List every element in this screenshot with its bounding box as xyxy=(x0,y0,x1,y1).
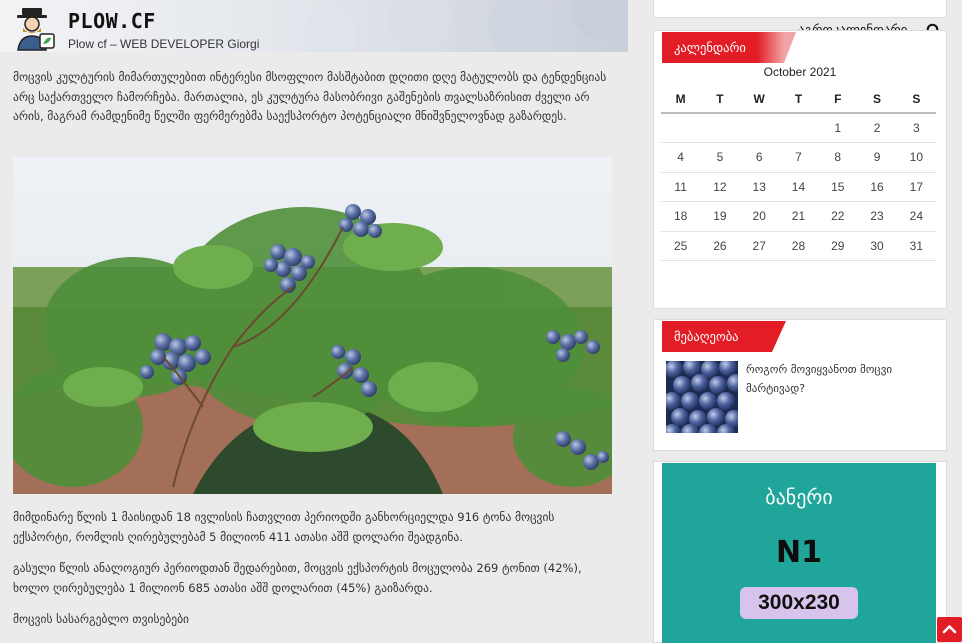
calendar-week-row: 11 12 13 14 15 16 17 xyxy=(661,172,936,202)
site-title[interactable]: PLOW.CF xyxy=(68,9,156,33)
calendar-day: 11 xyxy=(661,172,701,202)
article-paragraph: მიმდინარე წლის 1 მაისიდან 18 ივლისის ჩათ… xyxy=(13,510,555,544)
calendar-day xyxy=(661,113,701,143)
article-paragraph: მოცვის კულტურის მიმართულებით ინტერესი მს… xyxy=(13,70,607,123)
calendar-day: 22 xyxy=(818,201,858,232)
calendar-day: 2 xyxy=(857,113,897,143)
gardening-widget-title: მებაღეობა xyxy=(662,321,786,352)
calendar-day: 5 xyxy=(700,142,740,173)
calendar-day: 16 xyxy=(857,172,897,202)
calendar-week-row: 25 26 27 28 29 30 31 xyxy=(661,231,936,261)
calendar-day-header: T xyxy=(778,85,819,114)
calendar-day: 24 xyxy=(896,201,936,232)
calendar-day-header: F xyxy=(818,85,858,114)
ad-line1: ბანერი xyxy=(765,485,833,509)
calendar-day: 17 xyxy=(896,172,936,202)
calendar-day: 18 xyxy=(661,201,701,232)
scroll-to-top-button[interactable] xyxy=(937,617,962,642)
calendar-caption: October 2021 xyxy=(763,65,837,79)
news-item-link[interactable]: როგორ მოვიყვანოთ მოცვი მარტივად? xyxy=(746,360,936,398)
calendar-day: 30 xyxy=(857,231,897,261)
calendar-day: 20 xyxy=(739,201,779,232)
calendar-day: 7 xyxy=(778,142,819,173)
calendar-day: 26 xyxy=(700,231,740,261)
calendar-day: 10 xyxy=(896,142,936,173)
calendar-day-header: T xyxy=(700,85,740,114)
calendar-day: 13 xyxy=(739,172,779,202)
article-subheading: მოცვის სასარგებლო თვისებები xyxy=(13,612,189,626)
calendar-day xyxy=(739,113,779,143)
header-banner: PLOW.CF Plow cf – WEB DEVELOPER Giorgi xyxy=(0,0,628,52)
ad-size-badge: 300x230 xyxy=(740,587,858,619)
calendar-day: 15 xyxy=(818,172,858,202)
article-paragraph: გასული წლის ანალოგიურ პერიოდთან შედარები… xyxy=(13,561,582,595)
calendar-day: 29 xyxy=(818,231,858,261)
gardening-widget: მებაღეობა როგორ მოვიყვანოთ მოცვი მარტივა… xyxy=(653,319,947,451)
farmer-logo-icon[interactable] xyxy=(12,6,60,52)
chevron-up-icon xyxy=(942,625,957,634)
calendar-day-header: S xyxy=(896,85,936,114)
news-thumbnail[interactable] xyxy=(666,361,738,433)
calendar-week-row: 1 2 3 xyxy=(661,113,936,143)
calendar-day: 12 xyxy=(700,172,740,202)
ad-line2: N1 xyxy=(776,535,822,570)
calendar-day: 3 xyxy=(896,113,936,143)
calendar-table: M T W T F S S 1 2 3 4 5 6 7 8 9 10 11 12… xyxy=(661,85,936,261)
sidebar-widget-top xyxy=(653,0,947,18)
calendar-week-row: 4 5 6 7 8 9 10 xyxy=(661,142,936,173)
calendar-day xyxy=(700,113,740,143)
ad-widget: ბანერი N1 300x230 xyxy=(653,461,947,643)
calendar-week-row: 18 19 20 21 22 23 24 xyxy=(661,201,936,232)
calendar-day xyxy=(778,113,819,143)
calendar-day-header: S xyxy=(857,85,897,114)
calendar-day: 31 xyxy=(896,231,936,261)
calendar-day-header: M xyxy=(661,85,701,114)
calendar-widget: კალენდარი October 2021 M T W T F S S 1 2… xyxy=(653,30,947,309)
calendar-day: 27 xyxy=(739,231,779,261)
site-tagline: Plow cf – WEB DEVELOPER Giorgi xyxy=(68,37,260,51)
calendar-day: 4 xyxy=(661,142,701,173)
calendar-day: 19 xyxy=(700,201,740,232)
calendar-day: 23 xyxy=(857,201,897,232)
calendar-day: 1 xyxy=(818,113,858,143)
calendar-day: 14 xyxy=(778,172,819,202)
calendar-day: 9 xyxy=(857,142,897,173)
calendar-day: 21 xyxy=(778,201,819,232)
calendar-day-header: W xyxy=(739,85,779,114)
calendar-header-row: M T W T F S S xyxy=(661,85,936,114)
calendar-day: 8 xyxy=(818,142,858,173)
calendar-day: 28 xyxy=(778,231,819,261)
ad-banner[interactable]: ბანერი N1 300x230 xyxy=(662,463,936,643)
calendar-day: 25 xyxy=(661,231,701,261)
calendar-day: 6 xyxy=(739,142,779,173)
calendar-widget-title: კალენდარი xyxy=(662,32,796,63)
article-image xyxy=(13,157,612,494)
